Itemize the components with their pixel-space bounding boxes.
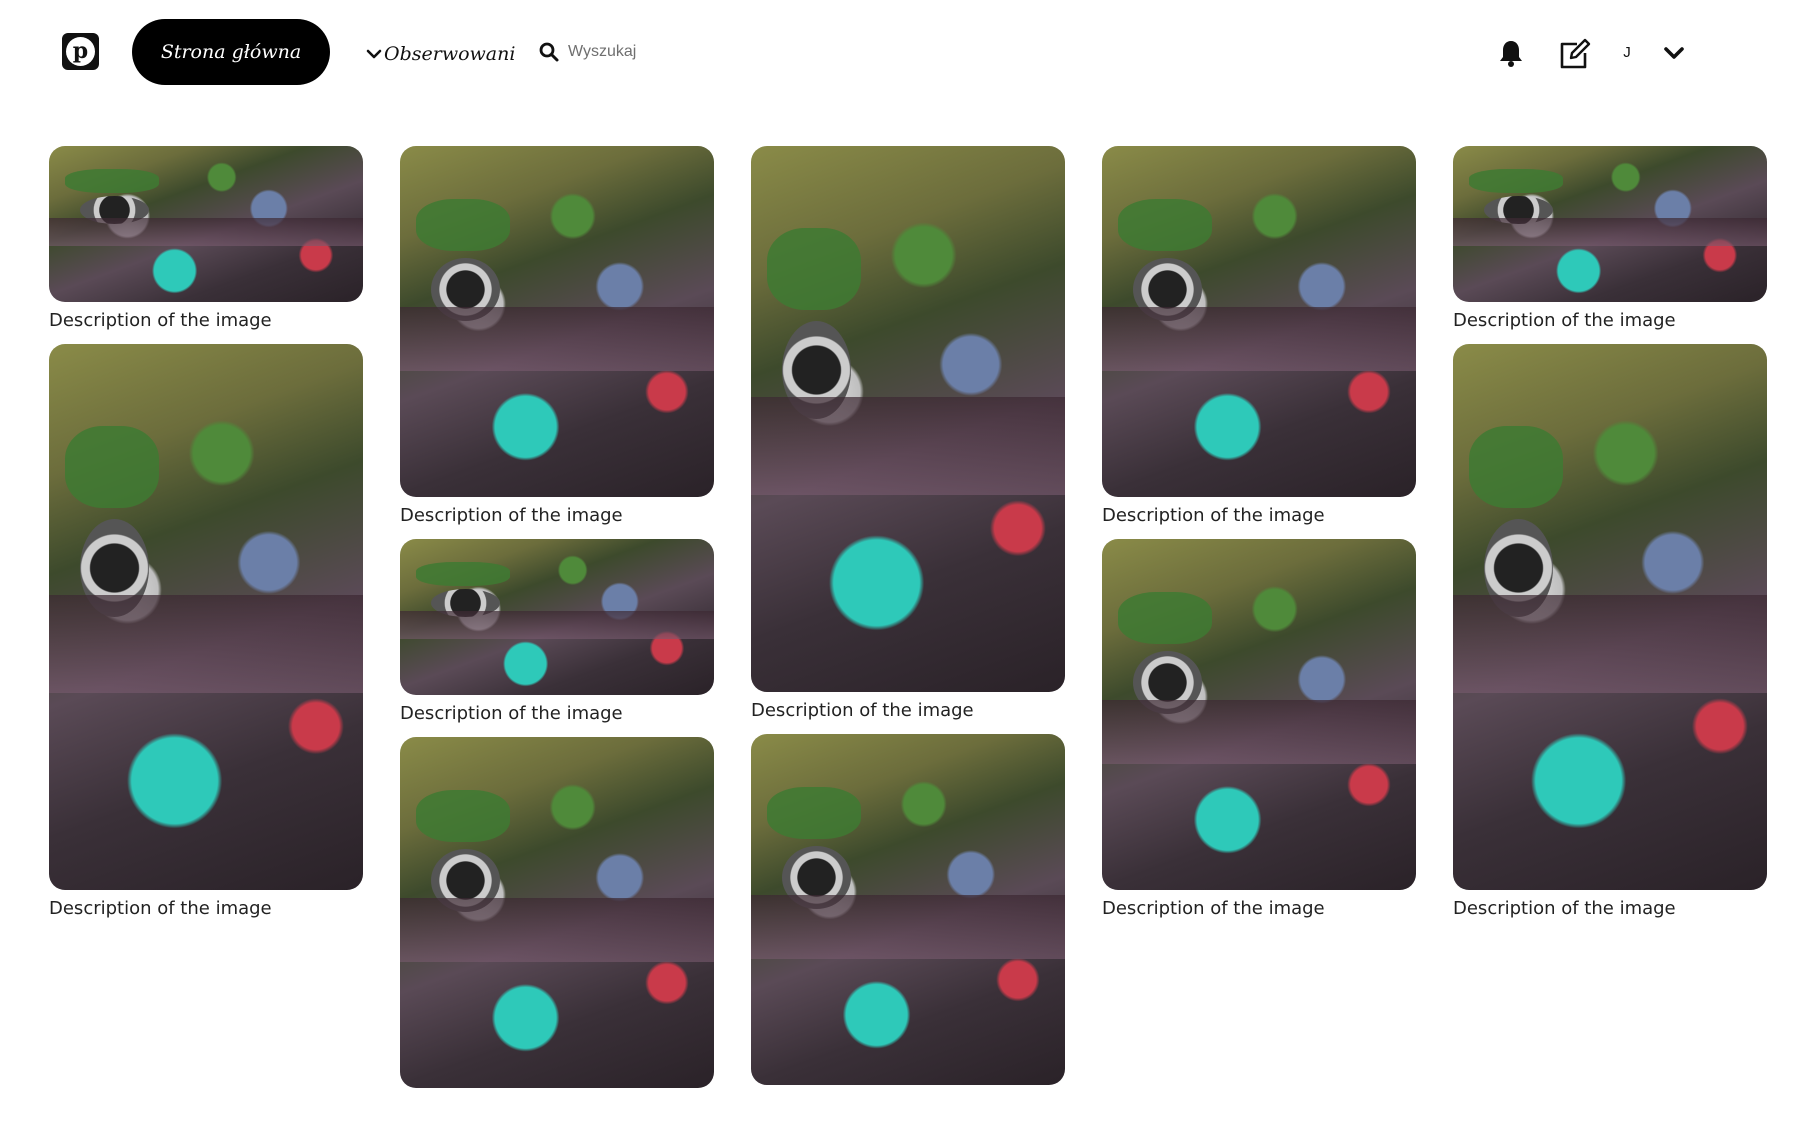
pin-caption: Description of the image — [49, 310, 272, 331]
pin-caption: Description of the image — [400, 505, 623, 526]
pin-card[interactable]: Description of the image — [1453, 146, 1767, 340]
pin-card[interactable]: Description of the image — [1453, 344, 1767, 928]
pin-card[interactable] — [751, 734, 1065, 1123]
pin-image[interactable] — [400, 539, 714, 695]
pin-card[interactable]: Description of the image — [1102, 146, 1416, 535]
search-bar[interactable] — [538, 38, 778, 66]
pin-image[interactable] — [400, 737, 714, 1088]
avatar[interactable]: J — [1620, 44, 1634, 64]
pin-column: Description of the image Description of t… — [1453, 146, 1767, 932]
pin-caption: Description of the image — [1453, 898, 1676, 919]
pin-image[interactable] — [49, 146, 363, 302]
pin-caption: Description of the image — [1102, 505, 1325, 526]
pin-caption: Description of the image — [1453, 310, 1676, 331]
edit-icon[interactable] — [1557, 38, 1591, 70]
pin-column: Description of the image Description of t… — [49, 146, 363, 932]
pinterest-logo-icon[interactable]: p — [62, 33, 99, 70]
pin-caption — [400, 1088, 714, 1126]
pin-column: Description of the image Description of t… — [1102, 146, 1416, 932]
pin-card[interactable] — [400, 737, 714, 1126]
pin-image[interactable] — [1102, 539, 1416, 890]
pin-column: Description of the image Description of t… — [400, 146, 714, 1130]
pin-card[interactable]: Description of the image — [1102, 539, 1416, 928]
pin-image[interactable] — [49, 344, 363, 890]
search-input[interactable] — [566, 42, 770, 62]
bell-icon[interactable] — [1496, 38, 1526, 68]
pin-caption: Description of the image — [49, 898, 272, 919]
pin-image[interactable] — [400, 146, 714, 497]
search-icon — [539, 42, 559, 62]
chevron-down-icon — [366, 49, 382, 59]
following-dropdown[interactable]: Obserwowani — [366, 40, 515, 68]
pin-image[interactable] — [751, 146, 1065, 692]
account-menu-chevron-icon[interactable] — [1663, 45, 1685, 61]
pin-image[interactable] — [751, 734, 1065, 1085]
top-nav: p Strona główna Obserwowani J — [0, 0, 1801, 105]
pin-caption: Description of the image — [1102, 898, 1325, 919]
pin-image[interactable] — [1102, 146, 1416, 497]
pin-card[interactable]: Description of the image — [751, 146, 1065, 730]
home-button[interactable]: Strona główna — [132, 19, 330, 85]
pin-card[interactable]: Description of the image — [400, 146, 714, 535]
pin-caption: Description of the image — [751, 700, 974, 721]
pin-image[interactable] — [1453, 146, 1767, 302]
pin-card[interactable]: Description of the image — [49, 344, 363, 928]
pin-card[interactable]: Description of the image — [400, 539, 714, 733]
pin-image[interactable] — [1453, 344, 1767, 890]
pin-caption — [751, 1085, 1065, 1123]
pin-caption: Description of the image — [400, 703, 623, 724]
pin-card[interactable]: Description of the image — [49, 146, 363, 340]
pin-column: Description of the image — [751, 146, 1065, 1127]
following-label: Obserwowani — [384, 43, 516, 65]
